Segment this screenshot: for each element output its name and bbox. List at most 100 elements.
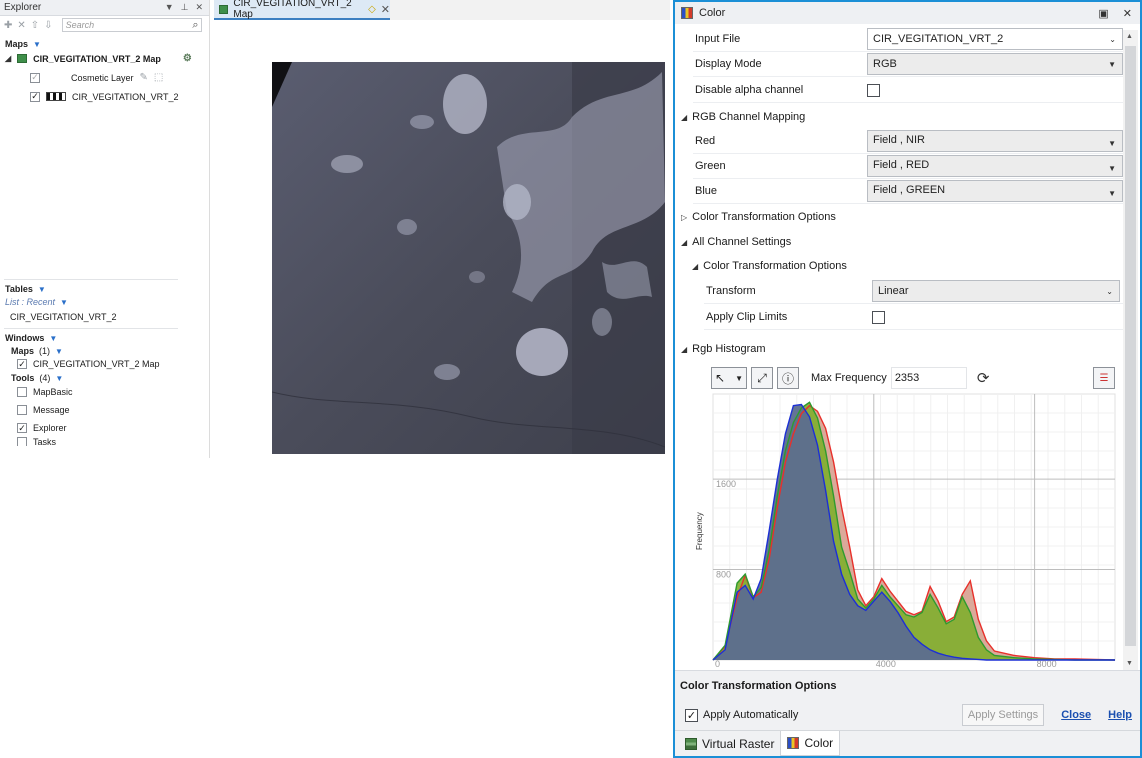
tool-item-message[interactable]: Message <box>0 401 209 419</box>
scrollbar-thumb[interactable] <box>1125 46 1136 646</box>
scroll-down-icon[interactable]: ▼ <box>1126 660 1133 667</box>
search-input[interactable]: Search ⌕ <box>61 18 202 32</box>
chevron-down-icon: ▼ <box>1108 164 1116 173</box>
input-file-dropdown[interactable]: CIR_VEGITATION_VRT_2 ⌄ <box>867 28 1123 50</box>
maximize-icon[interactable]: ▣ <box>1098 7 1108 20</box>
close-tab-icon[interactable]: ✕ <box>381 3 390 16</box>
tool-checkbox[interactable] <box>17 405 27 415</box>
layer-checkbox[interactable]: ✓ <box>30 91 40 102</box>
map-options-icon[interactable]: ⚙ <box>183 53 192 64</box>
select-icon[interactable]: ⬚ <box>154 72 163 83</box>
dropdown-icon[interactable]: ▼ <box>165 2 174 13</box>
map-canvas[interactable] <box>214 20 670 458</box>
tool-item-mapbasic[interactable]: MapBasic <box>0 383 209 401</box>
disable-alpha-checkbox[interactable] <box>867 83 880 97</box>
close-icon[interactable]: ✕ <box>1123 7 1132 20</box>
tool-checkbox[interactable]: ✓ <box>17 423 27 433</box>
tool-label: MapBasic <box>33 387 73 397</box>
table-item[interactable]: CIR_VEGITATION_VRT_2 <box>0 307 209 326</box>
transform-dropdown[interactable]: Linear ⌄ <box>872 280 1120 302</box>
collapse-icon[interactable]: ▼ <box>55 347 63 356</box>
apply-automatically-checkbox[interactable]: ✓ <box>685 708 698 722</box>
move-up-icon[interactable]: ⇧ <box>31 20 39 31</box>
raster-image[interactable] <box>272 62 665 454</box>
window-item-map[interactable]: ✓ CIR_VEGITATION_VRT_2 Map <box>0 356 209 372</box>
expand-icon[interactable]: ◢ <box>5 54 11 63</box>
legend-button[interactable]: ☰ <box>1093 367 1115 389</box>
color-window-title: Color <box>699 7 726 19</box>
blue-channel-value: Field , GREEN <box>873 184 946 196</box>
tool-item-tasks[interactable]: Tasks <box>0 437 209 446</box>
collapse-icon[interactable]: ◢ <box>681 113 687 122</box>
chevron-down-icon: ⌄ <box>1106 286 1113 296</box>
tab-color[interactable]: Color <box>780 731 841 756</box>
histogram-header[interactable]: ◢ Rgb Histogram <box>681 343 766 355</box>
tab-virtual-raster[interactable]: Virtual Raster <box>679 731 780 756</box>
tool-item-explorer[interactable]: ✓ Explorer <box>0 419 209 437</box>
close-icon[interactable]: ✕ <box>195 2 203 13</box>
display-mode-dropdown[interactable]: RGB ▼ <box>867 53 1123 75</box>
vertical-scrollbar[interactable]: ▲ ▼ <box>1123 30 1138 670</box>
layer-item-raster[interactable]: ✓ CIR_VEGITATION_VRT_2 <box>0 87 209 106</box>
windows-section-header[interactable]: Windows ▼ <box>0 333 209 343</box>
dropdown-icon[interactable]: ▼ <box>60 298 68 307</box>
collapse-icon[interactable]: ◢ <box>681 345 687 354</box>
apply-clip-label: Apply Clip Limits <box>706 311 788 323</box>
tools-header[interactable]: Tools (4) ▼ <box>0 373 209 383</box>
add-icon[interactable]: ✚ <box>4 20 12 31</box>
green-channel-dropdown[interactable]: Field , RED ▼ <box>867 155 1123 177</box>
apply-clip-checkbox[interactable] <box>872 310 885 324</box>
zoom-extents-button[interactable]: ⤢ <box>751 367 773 389</box>
layers-icon <box>685 737 697 750</box>
tool-checkbox[interactable] <box>17 437 27 446</box>
disable-alpha-label: Disable alpha channel <box>695 84 804 96</box>
color-icon <box>787 737 800 749</box>
histogram-chart[interactable]: 800 1600 0 4000 8000 Frequency <box>691 392 1123 669</box>
scroll-up-icon[interactable]: ▲ <box>1126 33 1133 40</box>
collapse-icon[interactable]: ▼ <box>55 374 63 383</box>
collapse-icon[interactable]: ▼ <box>49 334 57 343</box>
help-link[interactable]: Help <box>1108 709 1132 721</box>
info-button[interactable]: ⓘ <box>777 367 799 389</box>
layer-label: CIR_VEGITATION_VRT_2 <box>72 91 179 102</box>
move-down-icon[interactable]: ⇩ <box>44 20 52 31</box>
bottom-panel-title: Color Transformation Options <box>675 670 1140 700</box>
list-filter[interactable]: List : Recent ▼ <box>0 297 209 307</box>
max-frequency-input[interactable]: 2353 <box>890 367 967 389</box>
histogram-toolbar: ↖ ▼ ⤢ ⓘ Max Frequency 2353 ⟳ ☰ <box>711 365 1115 391</box>
collapse-icon[interactable]: ▼ <box>38 285 46 294</box>
search-icon[interactable]: ⌕ <box>192 19 200 32</box>
tool-checkbox[interactable] <box>17 387 27 397</box>
x-tick-label: 0 <box>715 659 720 668</box>
close-link[interactable]: Close <box>1061 709 1091 721</box>
max-frequency-label: Max Frequency <box>811 372 887 384</box>
blue-channel-dropdown[interactable]: Field , GREEN ▼ <box>867 180 1123 202</box>
tables-section-header[interactable]: Tables ▼ <box>0 284 209 294</box>
remove-icon[interactable]: ✕ <box>17 20 25 31</box>
map-document-tab[interactable]: CIR_VEGITATION_VRT_2 Map ◇ ✕ <box>214 0 390 20</box>
collapse-icon[interactable]: ◢ <box>692 262 698 271</box>
pointer-tool-button[interactable]: ↖ ▼ <box>711 367 747 389</box>
color-transform-header[interactable]: ▷ Color Transformation Options <box>681 211 836 223</box>
edit-icon[interactable]: ✎ <box>140 72 148 83</box>
pin-icon[interactable]: ⊥ <box>181 2 189 13</box>
rgb-mapping-header[interactable]: ◢ RGB Channel Mapping <box>681 111 805 123</box>
expand-icon[interactable]: ▷ <box>681 213 687 222</box>
window-checkbox[interactable]: ✓ <box>17 359 27 369</box>
chevron-down-icon: ▼ <box>1108 189 1116 198</box>
layer-label: Cosmetic Layer <box>71 72 134 83</box>
layer-item-cosmetic[interactable]: ✓ Cosmetic Layer ✎ ⬚ <box>0 68 209 87</box>
map-tree-item[interactable]: ◢ CIR_VEGITATION_VRT_2 Map ⚙ <box>0 49 209 68</box>
collapse-icon[interactable]: ◢ <box>681 238 687 247</box>
apply-settings-button[interactable]: Apply Settings <box>961 704 1045 726</box>
display-mode-value: RGB <box>873 58 897 70</box>
sub-transform-header[interactable]: ◢ Color Transformation Options <box>692 260 847 272</box>
all-channel-header[interactable]: ◢ All Channel Settings <box>681 236 791 248</box>
red-channel-dropdown[interactable]: Field , NIR ▼ <box>867 130 1123 152</box>
pin-icon[interactable]: ◇ <box>368 4 376 15</box>
refresh-icon[interactable]: ⟳ <box>977 369 990 387</box>
maps-section-header[interactable]: Maps ▼ <box>0 39 209 49</box>
layer-checkbox[interactable]: ✓ <box>30 72 40 83</box>
collapse-icon[interactable]: ▼ <box>33 40 41 49</box>
windows-maps-header[interactable]: Maps (1) ▼ <box>0 346 209 356</box>
